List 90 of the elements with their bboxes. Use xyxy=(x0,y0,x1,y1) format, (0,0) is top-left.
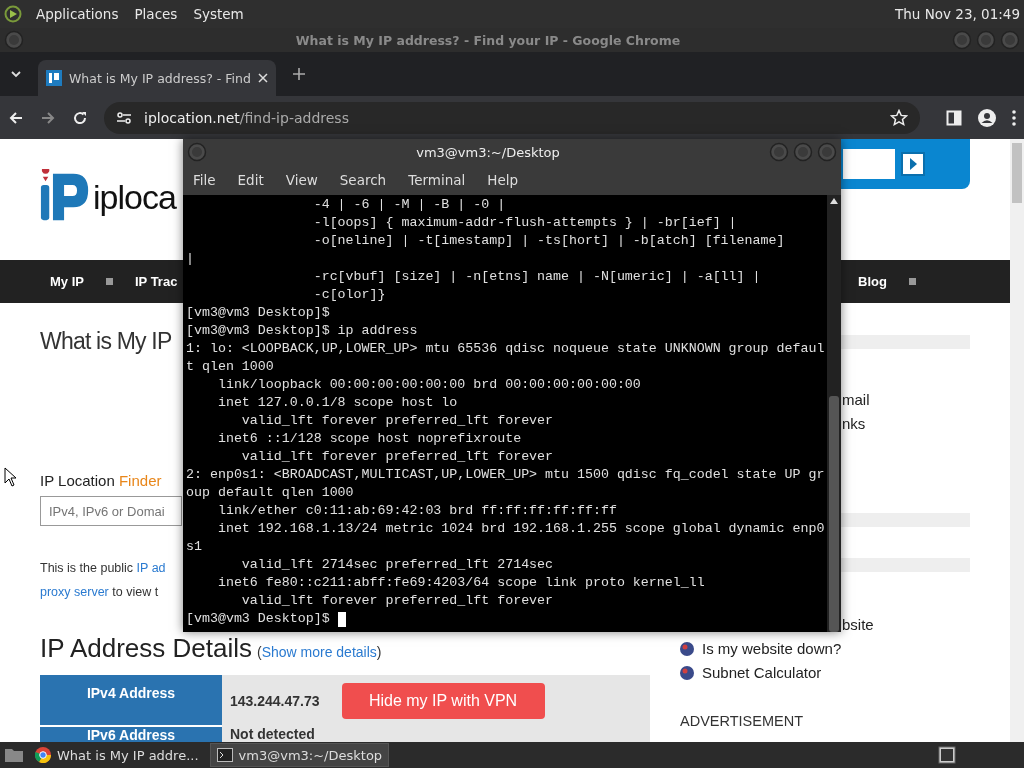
panel-menu[interactable]: Applications xyxy=(34,6,121,22)
back-icon[interactable] xyxy=(8,109,24,126)
terminal-line: [vm3@vm3 Desktop]$ ip address xyxy=(186,322,418,340)
terminal-line: -4 | -6 | -M | -B | -0 | xyxy=(312,196,506,214)
reload-icon[interactable] xyxy=(72,109,88,126)
sidebar-link[interactable]: nks xyxy=(842,415,866,432)
search-go-button[interactable] xyxy=(901,152,925,176)
scroll-up-icon[interactable] xyxy=(830,198,839,204)
taskbar-item[interactable]: vm3@vm3:~/Desktop xyxy=(209,743,390,767)
terminal-menu[interactable]: Edit xyxy=(237,172,264,188)
panel-menu[interactable]: Places xyxy=(132,6,180,22)
browser-icon xyxy=(35,747,51,763)
terminal-line: valid_lft forever preferred_lft forever xyxy=(240,592,554,610)
clock: Thu Nov 23, 01:49 xyxy=(895,6,1020,22)
vpn-button[interactable]: Hide my IP with VPN xyxy=(341,682,545,719)
nav-separator xyxy=(105,278,113,285)
logo-text: iploca xyxy=(93,177,176,217)
terminal-line: inet 127.0.0.1/8 scope host lo xyxy=(216,394,458,412)
show-desktop-icon[interactable] xyxy=(938,746,956,764)
finder-label: IP Location Finder xyxy=(40,472,162,490)
star-icon[interactable] xyxy=(890,108,908,127)
terminal-title: vm3@vm3:~/Desktop xyxy=(415,144,561,160)
terminal-line: inet6 fe80::c211:abff:fe69:4203/64 scope link proto kernel_ll xyxy=(216,574,705,592)
close-tab-icon[interactable] xyxy=(257,73,268,83)
new-tab-icon[interactable] xyxy=(291,67,306,81)
tab-list-icon[interactable] xyxy=(10,68,22,80)
terminal-line: oup default qlen 1000 xyxy=(186,484,354,502)
window-title: What is My IP address? - Find your IP - Google Chrome xyxy=(294,32,682,48)
text-cursor xyxy=(337,611,346,627)
menu-logo-icon[interactable] xyxy=(4,5,22,23)
terminal-menu[interactable]: Help xyxy=(487,172,519,188)
page-heading: What is My IP xyxy=(40,327,172,356)
forward-icon[interactable] xyxy=(40,109,56,126)
folder-icon[interactable] xyxy=(4,746,24,764)
terminal-line: valid_lft forever preferred_lft forever xyxy=(240,412,554,430)
ip-search-field[interactable]: IPv4, IPv6 or Domai xyxy=(40,496,182,526)
terminal-menu[interactable]: Terminal xyxy=(408,172,466,188)
favicon-icon xyxy=(46,70,62,86)
terminal-menu[interactable]: File xyxy=(193,172,216,188)
proxy-server-link[interactable]: proxy server xyxy=(40,585,109,599)
terminal-line: -l[oops] { maximum-addr-flush-attempts } | -br[ief] | xyxy=(312,214,737,232)
terminal-line: t qlen 1000 xyxy=(186,358,274,376)
sidebar-link[interactable]: mail xyxy=(842,391,870,408)
details-link-text: (Show more details) xyxy=(256,643,382,662)
row-value: Not detected xyxy=(230,726,315,742)
mouse-pointer-icon xyxy=(4,467,18,487)
terminal-line: valid_lft 2714sec preferred_lft 2714sec xyxy=(240,556,554,574)
terminal-prompt: [vm3@vm3 Desktop]$ xyxy=(186,610,331,628)
terminal-line: inet 192.168.1.13/24 metric 1024 brd 192.168.1.255 scope global dynamic enp0 xyxy=(216,520,825,538)
show-more-link[interactable]: Show more details xyxy=(261,644,377,660)
details-heading: IP Address Details xyxy=(40,633,252,664)
terminal-line: -o[neline] | -t[imestamp] | -ts[hort] | -b[atch] [filename] xyxy=(312,232,785,250)
terminal-line: s1 xyxy=(186,538,202,556)
row-value: 143.244.47.73 xyxy=(230,692,320,709)
page-scrollbar[interactable] xyxy=(1010,139,1024,742)
ip-address-link[interactable]: IP ad xyxy=(136,561,166,575)
nav-separator xyxy=(909,278,916,285)
terminal-line: link/loopback 00:00:00:00:00:00 brd 00:00:00:00:00:00 xyxy=(216,376,641,394)
terminal-line: link/ether c0:11:ab:69:42:03 brd ff:ff:ff:ff:ff:ff xyxy=(216,502,617,520)
taskbar-item[interactable]: What is My IP addre... xyxy=(28,743,206,767)
terminal-line: 2: enp0s1: <BROADCAST,MULTICAST,UP,LOWER_UP> mtu 1500 qdisc fq_codel state UP gr xyxy=(186,466,825,484)
browser-tab[interactable]: What is My IP address? - Find xyxy=(38,60,276,96)
nav-link[interactable]: Blog xyxy=(858,274,887,289)
nav-link[interactable]: My IP xyxy=(50,274,84,289)
url-text: iplocation.net/find-ip-address xyxy=(144,109,349,126)
terminal-line: -rc[vbuf] [size] | -n[etns] name | -N[umeric] | -a[ll] | xyxy=(312,268,761,286)
site-info-icon[interactable] xyxy=(116,110,132,125)
nav-link[interactable]: IP Trac xyxy=(134,274,178,289)
terminal-line: -c[olor]} xyxy=(312,286,386,304)
sidebar-link[interactable]: Is my website down? xyxy=(702,637,842,661)
terminal-line: [vm3@vm3 Desktop]$ xyxy=(186,304,330,322)
address-bar[interactable]: iplocation.net/find-ip-address xyxy=(104,101,920,134)
terminal-line: | xyxy=(186,250,194,268)
row-label: IPv4 Address xyxy=(40,675,222,726)
menu-icon[interactable] xyxy=(1012,109,1016,126)
side-panel-icon[interactable] xyxy=(946,109,962,126)
intro-text: This is the public IP ad proxy server to view t xyxy=(40,560,166,601)
terminal-menu[interactable]: Search xyxy=(339,172,387,188)
terminal-line: inet6 ::1/128 scope host noprefixroute xyxy=(216,430,522,448)
terminal-menu[interactable]: View xyxy=(285,172,318,188)
site-search-field[interactable] xyxy=(843,149,895,179)
terminal-line: valid_lft forever preferred_lft forever xyxy=(240,448,554,466)
terminal-line: 1: lo: <LOOPBACK,UP,LOWER_UP> mtu 65536 qdisc noqueue state UNKNOWN group defaul xyxy=(186,340,825,358)
sidebar-link[interactable]: Subnet Calculator xyxy=(702,661,822,685)
sidebar-link[interactable]: bsite xyxy=(842,613,874,637)
profile-icon[interactable] xyxy=(978,108,996,127)
terminal-icon xyxy=(216,748,233,762)
terminal-scrollbar[interactable] xyxy=(827,195,841,632)
advertisement-label: ADVERTISEMENT xyxy=(680,713,804,729)
panel-menu[interactable]: System xyxy=(191,6,246,22)
